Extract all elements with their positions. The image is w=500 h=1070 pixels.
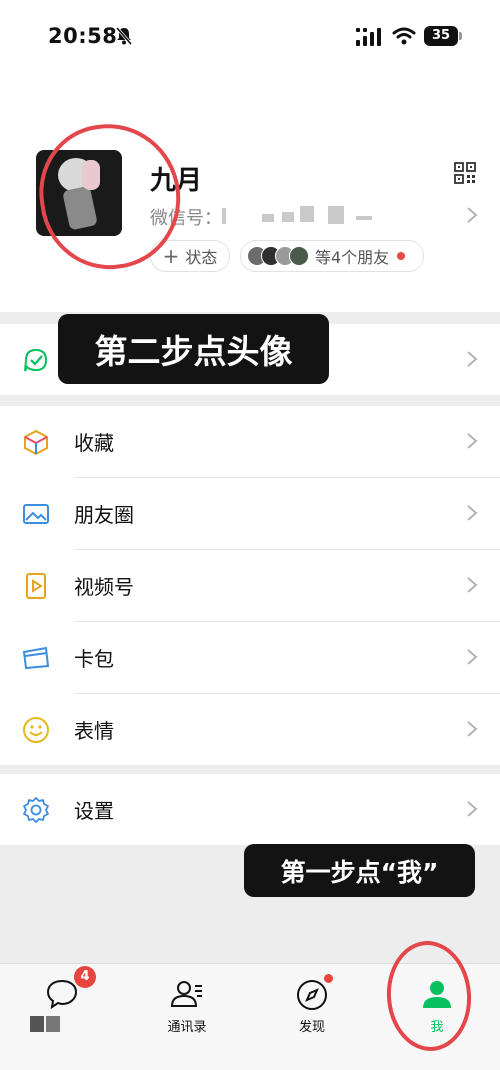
redacted-id xyxy=(262,214,274,222)
main-menu-group: 收藏 朋友圈 视频号 卡包 表情 xyxy=(0,406,500,765)
chevron-right-icon xyxy=(467,649,478,665)
menu-label-stickers: 表情 xyxy=(74,719,114,743)
menu-item-settings[interactable]: 设置 xyxy=(0,774,500,845)
favorites-icon xyxy=(24,429,48,456)
signal-icon xyxy=(356,28,381,46)
mute-bell-icon xyxy=(115,27,133,45)
chevron-right-icon xyxy=(467,433,478,449)
menu-label-settings: 设置 xyxy=(74,799,114,823)
sticker-icon xyxy=(23,717,49,743)
plus-icon: + xyxy=(162,244,180,268)
menu-label-channels: 视频号 xyxy=(74,575,134,599)
menu-item-moments[interactable]: 朋友圈 xyxy=(0,478,500,549)
menu-label-favorites: 收藏 xyxy=(74,431,114,455)
wifi-icon xyxy=(392,27,416,45)
friends-label: 等4个朋友 xyxy=(315,248,390,267)
annotation-step2: 第二步点头像 xyxy=(58,314,329,384)
redacted-id xyxy=(328,206,344,224)
chevron-right-icon xyxy=(467,505,478,521)
annotation-step1: 第一步点“我” xyxy=(244,844,475,897)
redacted-id xyxy=(282,212,294,222)
unread-badge: 4 xyxy=(74,966,96,988)
chevron-right-icon xyxy=(467,577,478,593)
friend-avatar xyxy=(289,246,309,266)
tab-label-discover: 发现 xyxy=(298,1020,325,1035)
tab-contacts[interactable]: 通讯录 xyxy=(137,964,237,1044)
menu-item-stickers[interactable]: 表情 xyxy=(0,694,500,765)
battery-cap xyxy=(459,32,462,40)
new-indicator-dot xyxy=(397,252,406,260)
redacted-id xyxy=(222,208,226,224)
menu-item-channels[interactable]: 视频号 xyxy=(0,550,500,621)
compass-icon xyxy=(297,980,327,1010)
gear-icon xyxy=(23,797,49,823)
new-indicator-dot xyxy=(324,974,333,983)
friends-status-button[interactable]: 等4个朋友 xyxy=(240,240,424,272)
chevron-right-icon xyxy=(467,801,478,817)
chevron-right-icon xyxy=(467,207,478,223)
card-wallet-icon xyxy=(22,646,50,670)
redacted-label xyxy=(30,1016,60,1032)
battery-indicator: 35 xyxy=(424,26,458,46)
menu-item-card-wallet[interactable]: 卡包 xyxy=(0,622,500,693)
redacted-id xyxy=(300,206,314,222)
menu-label-card-wallet: 卡包 xyxy=(74,647,114,671)
menu-label-moments: 朋友圈 xyxy=(74,503,134,527)
status-time: 20:58 xyxy=(48,24,118,48)
channels-icon xyxy=(26,573,46,599)
tab-discover[interactable]: 发现 xyxy=(262,964,362,1044)
chevron-right-icon xyxy=(467,721,478,737)
contacts-icon xyxy=(170,981,202,1007)
moments-icon xyxy=(23,504,49,524)
chat-bubble-icon xyxy=(46,979,78,1010)
menu-item-favorites[interactable]: 收藏 xyxy=(0,406,500,477)
tab-chats[interactable]: 4 xyxy=(12,964,112,1044)
status-bar: 20:58 35 xyxy=(0,0,500,72)
settings-group: 设置 xyxy=(0,774,500,845)
chevron-right-icon xyxy=(467,351,478,367)
friend-avatars xyxy=(247,246,309,266)
status-label: 状态 xyxy=(185,248,218,267)
redacted-id xyxy=(356,216,372,220)
qr-code-icon[interactable] xyxy=(454,162,476,184)
tab-label-contacts: 通讯录 xyxy=(167,1020,207,1035)
services-icon xyxy=(24,348,48,372)
